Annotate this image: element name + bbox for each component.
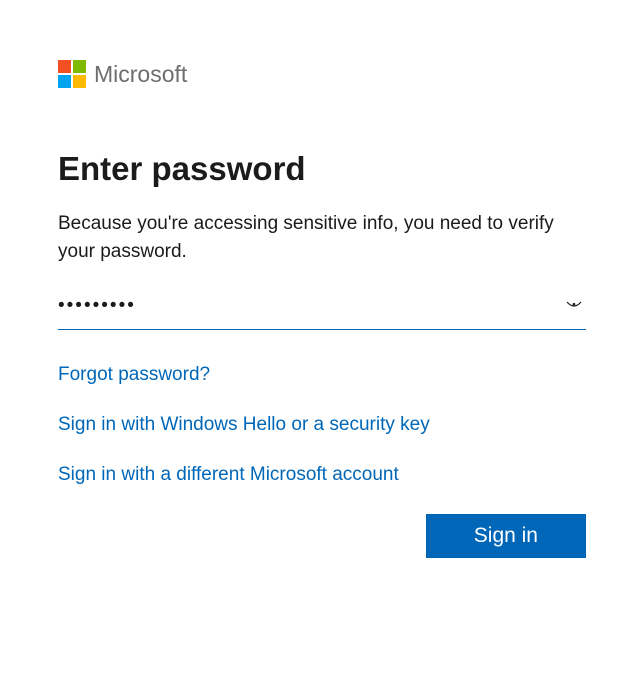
instruction-text: Because you're accessing sensitive info,… <box>58 210 586 265</box>
brand-name: Microsoft <box>94 61 187 88</box>
sign-in-button[interactable]: Sign in <box>426 514 586 558</box>
page-title: Enter password <box>58 150 586 188</box>
microsoft-logo-icon <box>58 60 86 88</box>
reveal-password-button[interactable] <box>562 297 586 315</box>
eye-icon <box>566 301 582 311</box>
brand-header: Microsoft <box>58 60 586 88</box>
password-input[interactable] <box>58 293 562 319</box>
different-account-link[interactable]: Sign in with a different Microsoft accou… <box>58 464 399 486</box>
forgot-password-link[interactable]: Forgot password? <box>58 364 210 386</box>
button-row: Sign in <box>58 514 586 558</box>
windows-hello-link[interactable]: Sign in with Windows Hello or a security… <box>58 414 430 436</box>
password-field-row <box>58 293 586 330</box>
